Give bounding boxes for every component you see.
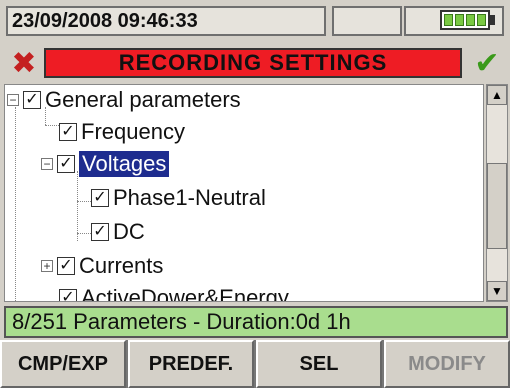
screen-title: RECORDING SETTINGS [44,48,462,78]
scroll-down-icon[interactable]: ▼ [487,281,507,301]
tree-item-voltages[interactable]: − ✓ Voltages [41,149,170,179]
datetime-display: 23/09/2008 09:46:33 [6,6,326,36]
tree-item-currents[interactable]: + ✓ Currents [41,251,163,281]
tree-item-dc[interactable]: ✓ DC [91,217,145,247]
sel-button[interactable]: SEL [256,340,382,388]
status-bar: 23/09/2008 09:46:33 [0,0,510,42]
tree-item-label: Phase1-Neutral [113,185,266,210]
checkbox-checked-icon[interactable]: ✓ [57,155,75,173]
vertical-scrollbar[interactable]: ▲ ▼ [486,84,508,302]
status-cell-empty [332,6,402,36]
close-icon[interactable]: ✖ [6,47,42,80]
parameter-tree[interactable]: − ✓ General parameters ✓ Frequency − ✓ V… [4,84,484,302]
checkbox-checked-icon[interactable]: ✓ [59,123,77,141]
tree-connector [77,171,78,241]
parameters-info-bar: 8/251 Parameters - Duration:0d 1h [4,306,508,338]
title-bar: ✖ RECORDING SETTINGS ✔ [0,44,510,82]
battery-tip [490,15,495,25]
tree-item-label: General parameters [45,87,241,112]
scroll-thumb[interactable] [487,163,507,249]
instrument-screen: 23/09/2008 09:46:33 ✖ RECORDING SETTINGS… [0,0,510,388]
checkbox-checked-icon[interactable]: ✓ [23,91,41,109]
checkbox-checked-icon[interactable]: ✓ [91,223,109,241]
tree-item-label: Frequency [81,119,185,144]
battery-icon [440,10,490,30]
scroll-up-icon[interactable]: ▲ [487,85,507,105]
tree-item-frequency[interactable]: ✓ Frequency [59,117,185,147]
tree-item-label: DC [113,219,145,244]
tree-item-phase1-neutral[interactable]: ✓ Phase1-Neutral [91,183,266,213]
checkbox-checked-icon[interactable]: ✓ [59,289,77,301]
collapse-icon[interactable]: − [41,158,53,170]
cmp-exp-button[interactable]: CMP/EXP [0,340,126,388]
tree-item-active-power-energy[interactable]: ✓ ActiveDower&Energy [59,283,289,302]
expand-icon[interactable]: + [41,260,53,272]
confirm-check-icon[interactable]: ✔ [468,47,506,80]
tree-item-label: ActiveDower&Energy [81,285,289,302]
collapse-icon[interactable]: − [7,94,19,106]
tree-item-label-selected: Voltages [79,151,170,177]
tree-connector [15,107,16,301]
checkbox-checked-icon[interactable]: ✓ [57,257,75,275]
modify-button[interactable]: MODIFY [384,340,510,388]
checkbox-checked-icon[interactable]: ✓ [91,189,109,207]
tree-connector [77,201,91,202]
predef-button[interactable]: PREDEF. [128,340,254,388]
tree-item-label: Currents [79,253,164,278]
softkey-bar: CMP/EXP PREDEF. SEL MODIFY [0,340,510,388]
tree-item-general-parameters[interactable]: − ✓ General parameters [7,85,241,115]
tree-connector [77,233,91,234]
